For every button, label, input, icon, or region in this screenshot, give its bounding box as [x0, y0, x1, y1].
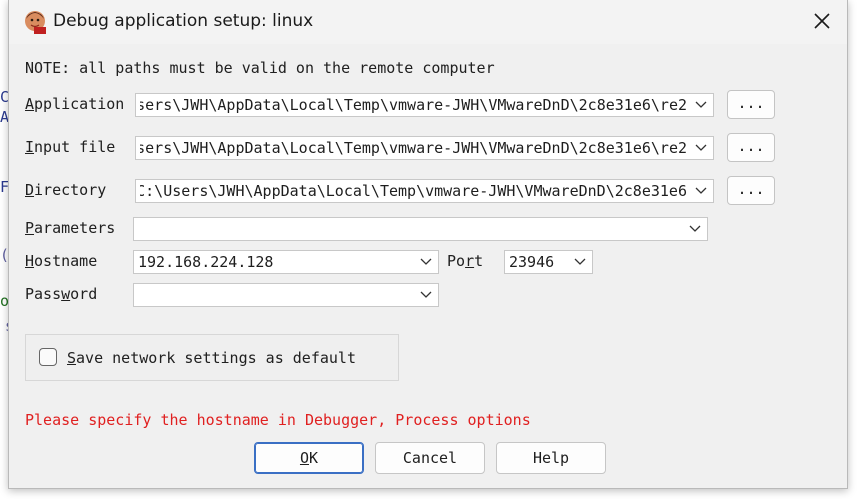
password-combo[interactable]	[133, 283, 439, 307]
application-label: Application	[25, 95, 125, 113]
chevron-down-icon[interactable]	[420, 290, 432, 300]
input-file-browse-button[interactable]: ...	[727, 133, 775, 162]
chevron-down-icon[interactable]	[695, 143, 707, 153]
cancel-button[interactable]: Cancel	[375, 442, 485, 474]
directory-label: Directory	[25, 181, 107, 199]
chevron-down-icon[interactable]	[689, 224, 701, 234]
ida-app-icon	[25, 11, 46, 34]
chevron-down-icon[interactable]	[574, 257, 586, 267]
help-button[interactable]: Help	[496, 442, 606, 474]
chevron-down-icon[interactable]	[695, 100, 707, 110]
title-bar: Debug application setup: linux	[9, 0, 847, 44]
directory-value: C:\Users\JWH\AppData\Local\Temp\vmware-J…	[140, 182, 687, 200]
parameters-combo[interactable]	[133, 217, 708, 241]
password-label: Password	[25, 285, 98, 303]
input-file-label: Input file	[25, 138, 116, 156]
parameters-label: Parameters	[25, 219, 116, 237]
port-value: 23946	[509, 253, 555, 271]
application-value: C:\Users\JWH\AppData\Local\Temp\vmware-J…	[140, 96, 687, 114]
chevron-down-icon[interactable]	[695, 186, 707, 196]
hostname-value: 192.168.224.128	[138, 253, 274, 271]
save-default-checkbox[interactable]	[39, 348, 57, 366]
save-settings-group: Save network settings as default	[25, 334, 399, 381]
chevron-down-icon[interactable]	[420, 257, 432, 267]
save-default-label[interactable]: Save network settings as default	[67, 349, 356, 367]
port-combo[interactable]: 23946	[504, 250, 593, 274]
directory-browse-button[interactable]: ...	[727, 176, 775, 205]
port-label: Port	[447, 252, 484, 270]
application-combo[interactable]: C:\Users\JWH\AppData\Local\Temp\vmware-J…	[135, 93, 714, 117]
close-icon[interactable]	[811, 10, 833, 32]
window-title: Debug application setup: linux	[53, 11, 314, 31]
hostname-combo[interactable]: 192.168.224.128	[133, 250, 439, 274]
ok-button[interactable]: OK	[254, 442, 364, 474]
input-file-value: C:\Users\JWH\AppData\Local\Temp\vmware-J…	[140, 139, 687, 157]
note-text: NOTE: all paths must be valid on the rem…	[25, 59, 495, 77]
directory-combo[interactable]: C:\Users\JWH\AppData\Local\Temp\vmware-J…	[135, 179, 714, 203]
debug-setup-dialog: Debug application setup: linux NOTE: all…	[8, 0, 848, 489]
error-message: Please specify the hostname in Debugger,…	[25, 411, 531, 429]
hostname-label: Hostname	[25, 252, 98, 270]
application-browse-button[interactable]: ...	[727, 90, 775, 119]
input-file-combo[interactable]: C:\Users\JWH\AppData\Local\Temp\vmware-J…	[135, 136, 714, 160]
